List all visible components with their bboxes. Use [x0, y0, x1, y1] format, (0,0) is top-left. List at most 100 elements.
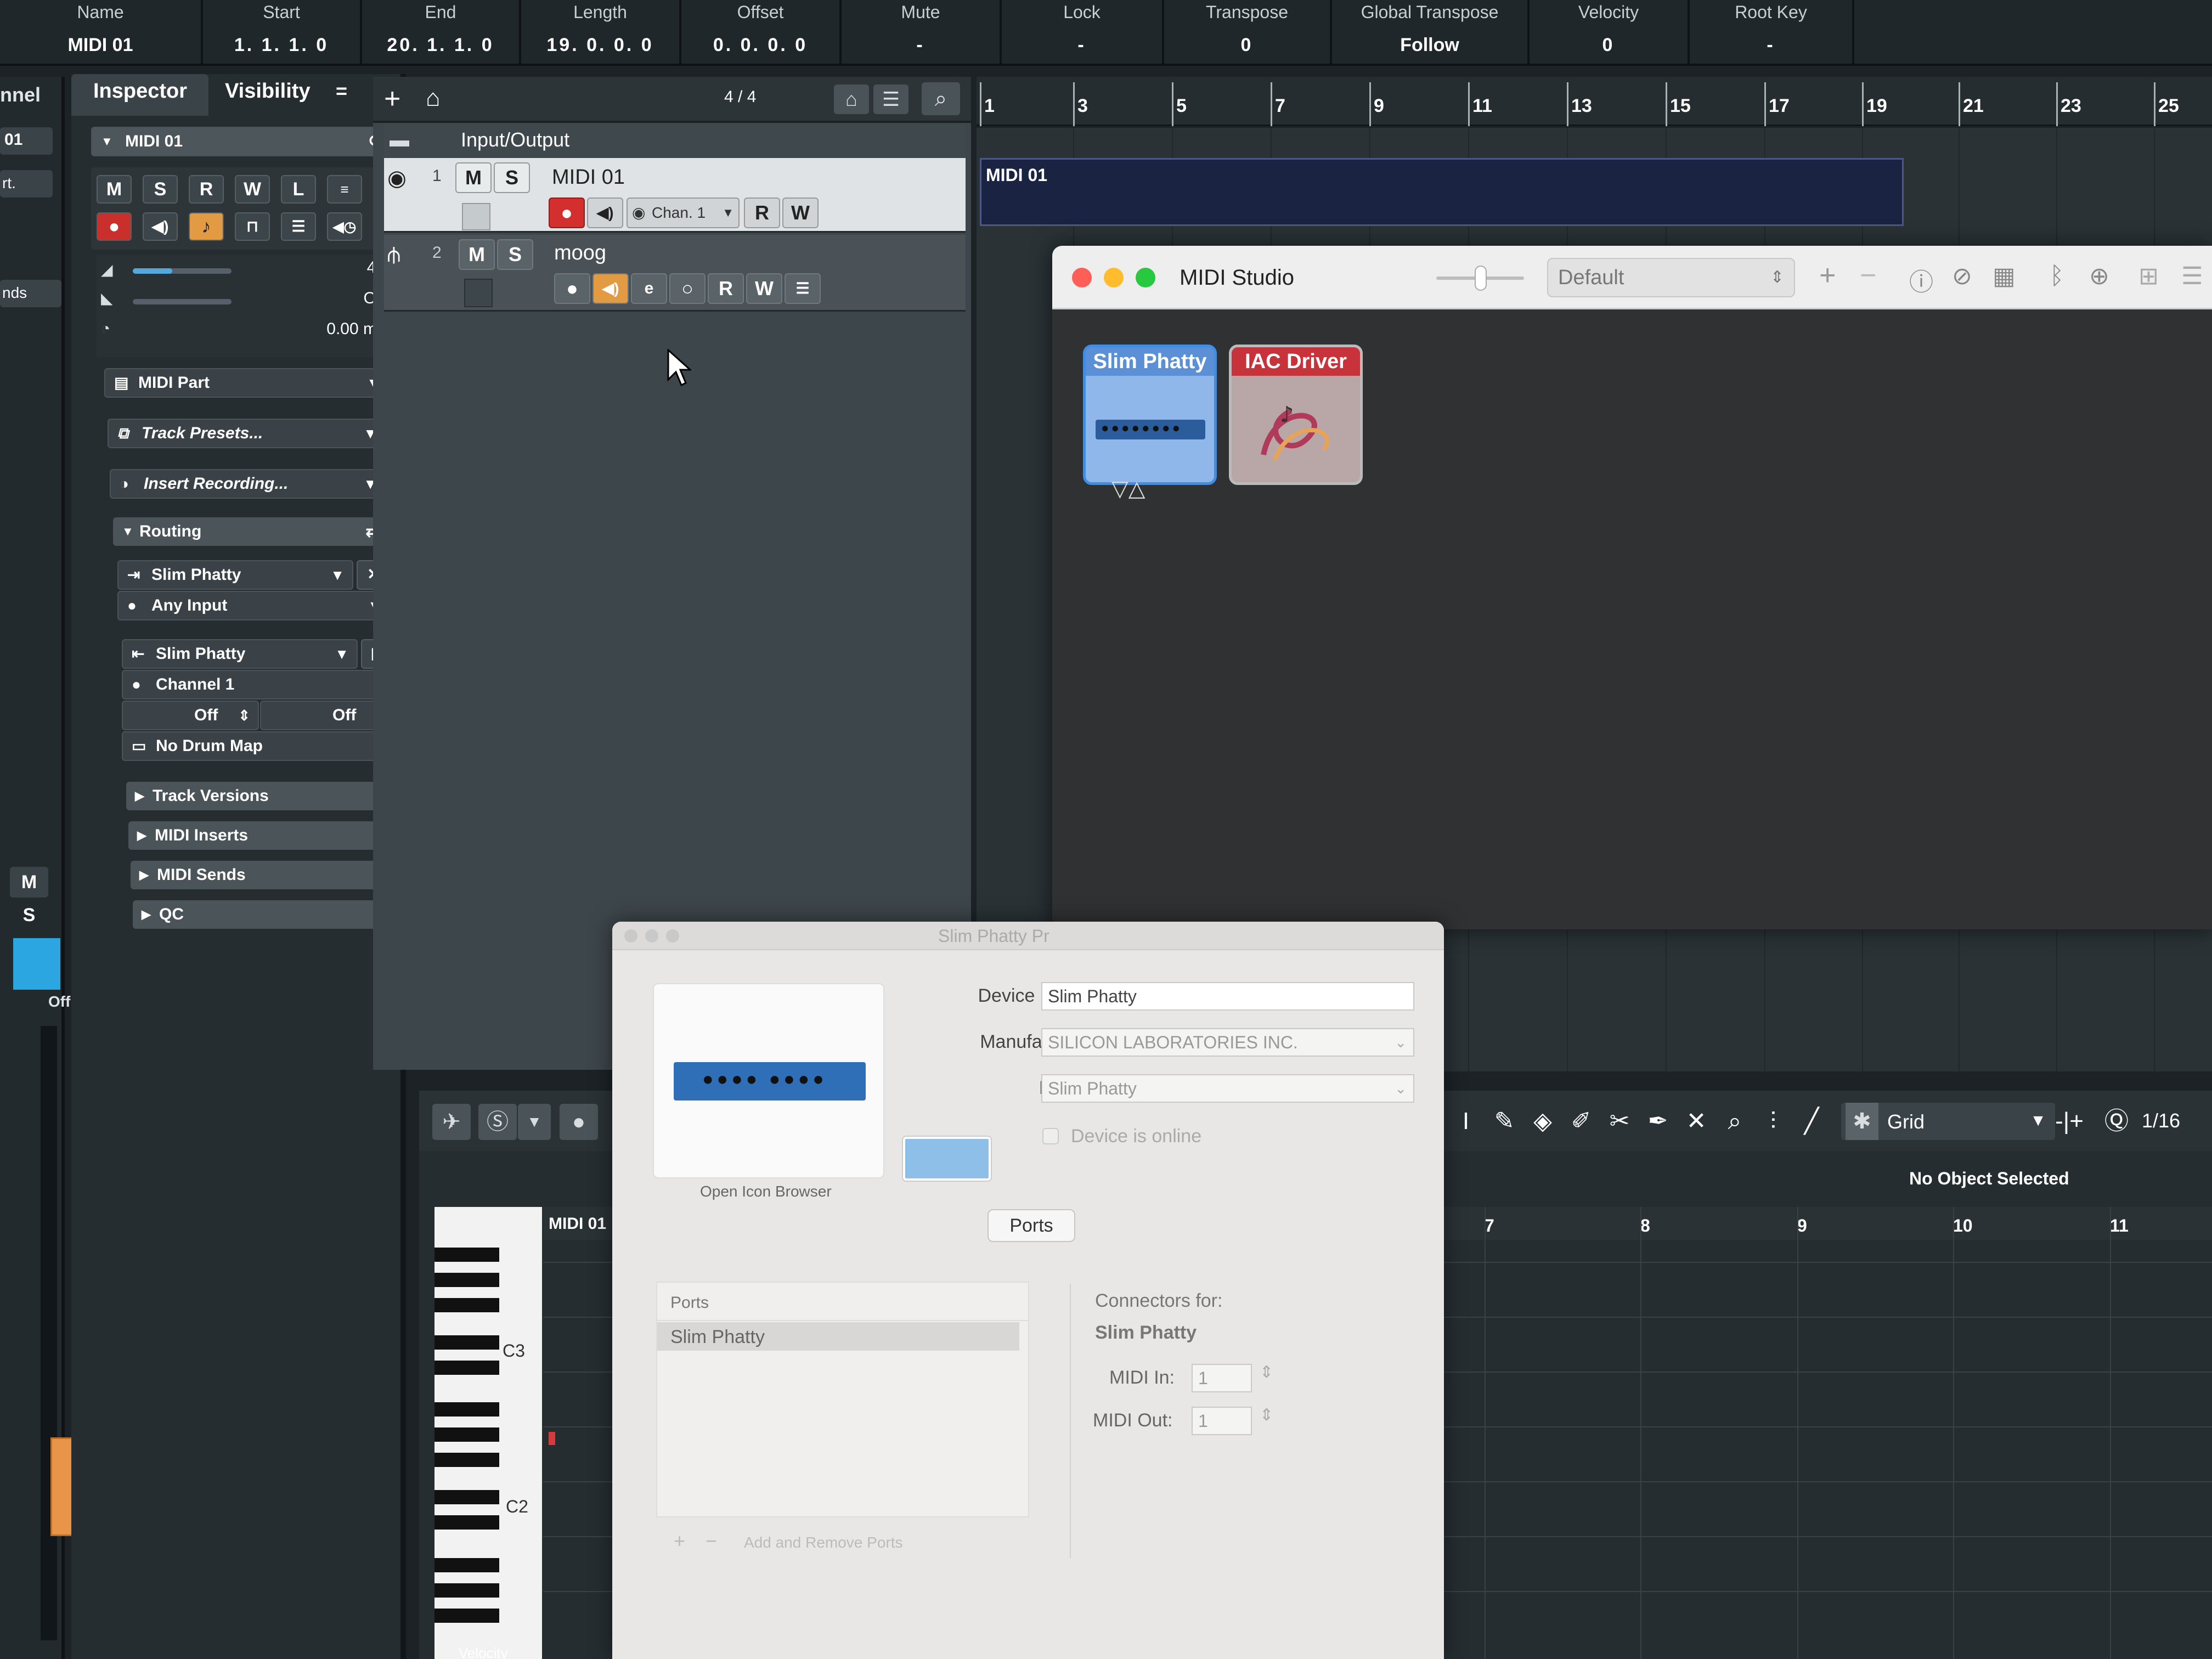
rescan-icon[interactable]: ⊘ — [1952, 262, 1972, 290]
track-row-midi-01[interactable]: ◉ 1 M S MIDI 01 ● ◀) ◉ Chan. 1 ▼ R W — [384, 158, 966, 233]
snap-grid-dropdown[interactable]: ✱ Grid ▼ — [1841, 1103, 2055, 1140]
black-key[interactable] — [435, 1427, 499, 1442]
black-key[interactable] — [435, 1335, 499, 1350]
minimize-window-button[interactable] — [1104, 268, 1124, 287]
pin-icon[interactable]: ✈ — [432, 1104, 471, 1140]
network-icon[interactable]: ⊕ — [2089, 262, 2109, 290]
black-key[interactable] — [435, 1361, 499, 1375]
info-offset-value[interactable]: 0. 0. 0. 0 — [681, 35, 839, 56]
record-icon[interactable]: ● — [560, 1104, 598, 1140]
folder-track[interactable]: ▬ Input/Output — [384, 125, 966, 157]
channel-sends-row[interactable]: nds — [0, 280, 61, 307]
monitor-speaker-icon[interactable]: ◀) — [587, 198, 623, 228]
lock-icon[interactable]: ⊓ — [235, 212, 270, 241]
close-window-button[interactable] — [624, 929, 637, 943]
black-key[interactable] — [435, 1515, 499, 1530]
erase-icon[interactable]: ◈ — [1525, 1104, 1560, 1139]
tab-inspector[interactable]: Inspector — [93, 80, 187, 103]
search-icon[interactable]: ⌕ — [922, 82, 960, 115]
track-presets-dropdown[interactable]: ⧉ Track Presets... ▼ — [108, 419, 386, 448]
drumstick-icon[interactable]: ╱ — [1794, 1104, 1829, 1139]
inspector-mute-button[interactable]: M — [97, 175, 132, 204]
info-length-value[interactable]: 19. 0. 0. 0 — [521, 35, 679, 56]
add-device-icon[interactable]: + — [1819, 259, 1836, 292]
add-track-icon[interactable]: + — [384, 82, 400, 115]
input-routing-dropdown[interactable]: ⇥ Slim Phatty ▼ — [117, 560, 353, 590]
list-icon[interactable]: ☰ — [281, 212, 316, 241]
glue-icon[interactable]: ✒ — [1640, 1104, 1675, 1139]
mute-tool-icon[interactable]: ✕ — [1679, 1104, 1714, 1139]
track-read-button[interactable]: R — [744, 198, 780, 228]
black-key[interactable] — [435, 1298, 499, 1312]
collapse-triangle-icon[interactable]: ▼ — [101, 128, 113, 155]
black-key[interactable] — [435, 1490, 499, 1504]
track-color-box[interactable] — [464, 279, 493, 307]
track-name[interactable]: MIDI 01 — [552, 166, 625, 189]
timebase-icon[interactable]: ◀◷ — [327, 212, 362, 241]
track-write-button[interactable]: W — [782, 198, 819, 228]
inspector-solo-button[interactable]: S — [143, 175, 178, 204]
midi-out-field[interactable]: 1 — [1192, 1407, 1252, 1435]
info-name[interactable]: Name MIDI 01 — [0, 0, 203, 64]
info-mute-value[interactable]: - — [842, 35, 1000, 56]
device-tile-iac-driver[interactable]: IAC Driver ♪ — [1229, 345, 1363, 485]
info-mute[interactable]: Mute - — [842, 0, 1002, 64]
midi-part-dropdown[interactable]: ▤ MIDI Part ▼ — [104, 368, 390, 398]
remove-port-icon[interactable]: − — [706, 1530, 717, 1553]
list-view-icon[interactable]: ☰ — [2181, 262, 2203, 290]
minimize-window-button[interactable] — [645, 929, 658, 943]
device-name-field[interactable]: Slim Phatty — [1041, 982, 1414, 1011]
monitor-speaker-icon[interactable]: ◀) — [143, 212, 178, 241]
black-key[interactable] — [435, 1583, 499, 1598]
device-tile-slim-phatty[interactable]: Slim Phatty ●●●●●●●● — [1083, 345, 1217, 485]
bluetooth-icon[interactable]: ᛒ — [2050, 262, 2064, 290]
black-key[interactable] — [435, 1273, 499, 1287]
ports-tab-button[interactable]: Ports — [988, 1209, 1075, 1242]
track-color-box[interactable] — [462, 203, 490, 230]
info-start-value[interactable]: 1. 1. 1. 0 — [203, 35, 360, 56]
info-velocity-value[interactable]: 0 — [1530, 35, 1688, 56]
info-lock[interactable]: Lock - — [1002, 0, 1164, 64]
midi-channel-dropdown[interactable]: ◉ Chan. 1 ▼ — [627, 198, 740, 228]
info-end-value[interactable]: 20. 1. 1. 0 — [362, 35, 519, 56]
info-offset[interactable]: Offset 0. 0. 0. 0 — [681, 0, 842, 64]
open-icon-browser-label[interactable]: Open Icon Browser — [700, 1183, 832, 1200]
channel-color-swatch[interactable] — [13, 938, 60, 990]
info-lock-value[interactable]: - — [1002, 35, 1162, 56]
chevron-down-icon[interactable]: ▼ — [518, 1104, 551, 1140]
output-channel-dropdown[interactable]: ● Channel 1 ▼ — [122, 670, 395, 699]
black-key[interactable] — [435, 1558, 499, 1572]
track-mute-button[interactable]: M — [459, 239, 495, 270]
track-row-moog[interactable]: ⫛ 2 M S moog ● ◀) e ○ R W ☰ — [384, 235, 966, 312]
device-icon-button[interactable]: ●●●● ●●●● — [653, 983, 884, 1178]
info-end[interactable]: End 20. 1. 1. 0 — [362, 0, 521, 64]
info-length[interactable]: Length 19. 0. 0. 0 — [521, 0, 681, 64]
record-enable-button[interactable]: ● — [97, 212, 132, 241]
info-name-value[interactable]: MIDI 01 — [0, 35, 201, 56]
track-solo-button[interactable]: S — [494, 162, 530, 193]
info-start[interactable]: Start 1. 1. 1. 0 — [203, 0, 362, 64]
inspector-lanes-button[interactable]: ≡ — [327, 175, 362, 204]
midi-inserts-section[interactable]: ▶ MIDI Inserts ⊟ — [128, 821, 399, 850]
icon-view-icon[interactable]: ⊞ — [2138, 262, 2159, 290]
list-icon[interactable]: ☰ — [785, 273, 821, 304]
channel-solo-button[interactable]: S — [10, 900, 48, 930]
info-global-transpose[interactable]: Global Transpose Follow — [1332, 0, 1530, 64]
bank-selector[interactable]: Off ⇕ — [122, 701, 259, 730]
record-enable-button[interactable]: ● — [549, 198, 585, 228]
record-enable-button[interactable]: ● — [554, 273, 590, 304]
piano-keyboard[interactable]: C3 C2 — [435, 1207, 542, 1659]
pan-slider[interactable] — [133, 299, 232, 304]
channel-track-number-field[interactable]: 01 — [0, 127, 53, 155]
time-signature[interactable]: 4 / 4 — [724, 88, 756, 106]
manufacturer-combobox[interactable]: SILICON LABORATORIES INC. ⌄ — [1041, 1028, 1414, 1057]
black-key[interactable] — [435, 1453, 499, 1467]
info-velocity[interactable]: Velocity 0 — [1530, 0, 1690, 64]
model-combobox[interactable]: Slim Phatty ⌄ — [1041, 1074, 1414, 1103]
info-transpose[interactable]: Transpose 0 — [1164, 0, 1332, 64]
info-global-transpose-value[interactable]: Follow — [1332, 35, 1527, 56]
configuration-dropdown[interactable]: Default ⇕ — [1547, 258, 1795, 297]
channel-mute-button[interactable]: M — [10, 867, 48, 898]
track-visibility-icon[interactable]: ⌂ — [834, 84, 869, 114]
output-routing-dropdown[interactable]: ⇤ Slim Phatty ▼ — [122, 639, 358, 669]
